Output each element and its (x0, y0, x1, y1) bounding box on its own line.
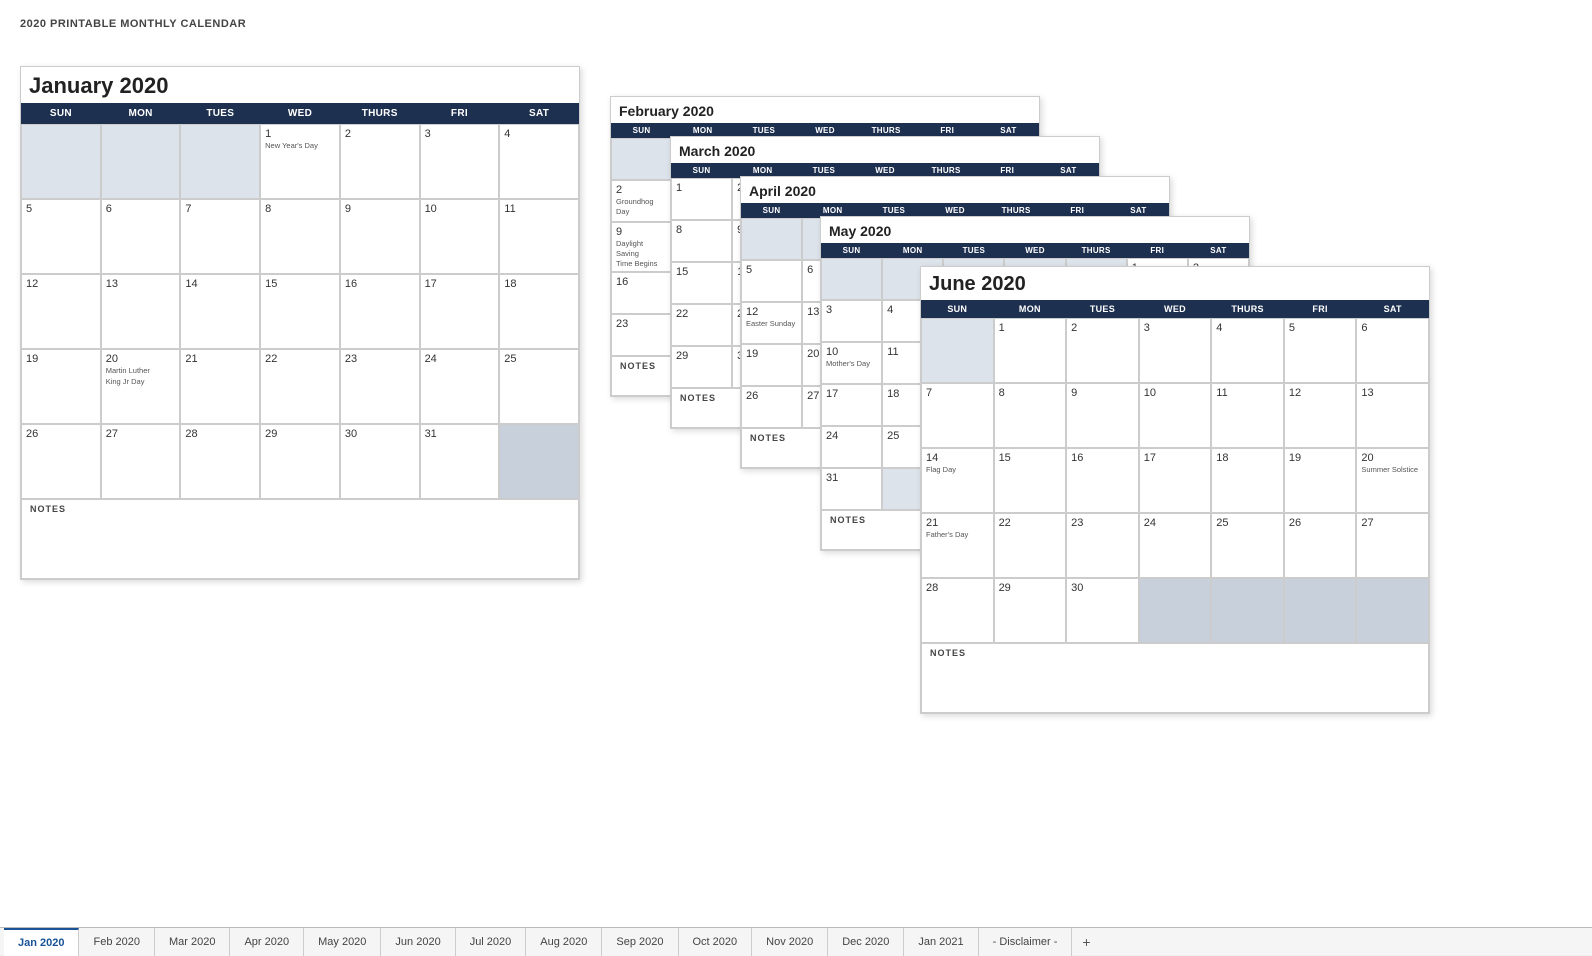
tab-may-2020[interactable]: May 2020 (304, 928, 381, 956)
table-row: 19 (21, 349, 101, 424)
tab-dec-2020[interactable]: Dec 2020 (828, 928, 904, 956)
calendars-container: January 2020 SUN MON TUES WED THURS FRI … (20, 36, 1572, 876)
tab-jul-2020[interactable]: Jul 2020 (456, 928, 527, 956)
table-row: 15 (260, 274, 340, 349)
table-row: 25 (499, 349, 579, 424)
may-title: May 2020 (821, 217, 1249, 243)
jan-grid: 1New Year's Day 2 3 4 5 6 7 8 9 10 11 12… (21, 124, 579, 499)
jan-sat: SAT (499, 103, 579, 124)
jun-header: SUN MON TUES WED THURS FRI SAT (921, 300, 1429, 318)
table-row: 24 (420, 349, 500, 424)
jan-mon: MON (101, 103, 181, 124)
table-row: 6 (101, 199, 181, 274)
calendar-june: June 2020 SUN MON TUES WED THURS FRI SAT… (920, 266, 1430, 714)
tab-bar: Jan 2020 Feb 2020 Mar 2020 Apr 2020 May … (0, 927, 1592, 955)
table-row (180, 124, 260, 199)
table-row: 30 (340, 424, 420, 499)
tab-aug-2020[interactable]: Aug 2020 (526, 928, 602, 956)
tab-nov-2020[interactable]: Nov 2020 (752, 928, 828, 956)
jun-grid: 1 2 3 4 5 6 7 8 9 10 11 12 13 14Flag Day… (921, 318, 1429, 643)
table-row: 16 (340, 274, 420, 349)
table-row: 23 (340, 349, 420, 424)
table-row: 9 (340, 199, 420, 274)
apr-title: April 2020 (741, 177, 1169, 203)
table-row: 8 (260, 199, 340, 274)
main-content: 2020 PRINTABLE MONTHLY CALENDAR January … (0, 0, 1592, 927)
table-row: 20Martin LutherKing Jr Day (101, 349, 181, 424)
table-row: 22 (260, 349, 340, 424)
table-row: 1New Year's Day (260, 124, 340, 199)
table-row: 10 (420, 199, 500, 274)
may-header: SUN MON TUES WED THURS FRI SAT (821, 243, 1249, 258)
tab-jan-2021[interactable]: Jan 2021 (904, 928, 978, 956)
jan-sun: SUN (21, 103, 101, 124)
page-title: 2020 PRINTABLE MONTHLY CALENDAR (20, 18, 1572, 30)
jan-title: January 2020 (21, 67, 579, 103)
table-row: 18 (499, 274, 579, 349)
jun-title: June 2020 (921, 267, 1429, 300)
tab-feb-2020[interactable]: Feb 2020 (79, 928, 154, 956)
jan-wed: WED (260, 103, 340, 124)
table-row (499, 424, 579, 499)
feb-title: February 2020 (611, 97, 1039, 123)
table-row: 14 (180, 274, 260, 349)
tab-jan-2020[interactable]: Jan 2020 (4, 928, 79, 956)
table-row (101, 124, 181, 199)
table-row: 13 (101, 274, 181, 349)
table-row: 7 (180, 199, 260, 274)
table-row: 12 (21, 274, 101, 349)
table-row (21, 124, 101, 199)
mar-title: March 2020 (671, 137, 1099, 163)
table-row: 17 (420, 274, 500, 349)
table-row: 3 (420, 124, 500, 199)
table-row: 26 (21, 424, 101, 499)
tab-jun-2020[interactable]: Jun 2020 (381, 928, 455, 956)
tab-add-button[interactable]: + (1072, 934, 1100, 950)
jan-fri: FRI (420, 103, 500, 124)
table-row: 29 (260, 424, 340, 499)
table-row: 2 (340, 124, 420, 199)
table-row: 28 (180, 424, 260, 499)
jan-tue: TUES (180, 103, 260, 124)
jan-notes: NOTES (21, 499, 579, 579)
table-row: 5 (21, 199, 101, 274)
table-row: 21 (180, 349, 260, 424)
table-row: 31 (420, 424, 500, 499)
table-row: 27 (101, 424, 181, 499)
tab-apr-2020[interactable]: Apr 2020 (230, 928, 304, 956)
tab-disclaimer[interactable]: - Disclaimer - (979, 928, 1073, 956)
table-row: 4 (499, 124, 579, 199)
calendar-january: January 2020 SUN MON TUES WED THURS FRI … (20, 66, 580, 580)
jun-notes: NOTES (921, 643, 1429, 713)
tab-sep-2020[interactable]: Sep 2020 (602, 928, 678, 956)
tab-mar-2020[interactable]: Mar 2020 (155, 928, 230, 956)
jan-header: SUN MON TUES WED THURS FRI SAT (21, 103, 579, 124)
jan-thu: THURS (340, 103, 420, 124)
tab-oct-2020[interactable]: Oct 2020 (679, 928, 753, 956)
table-row: 11 (499, 199, 579, 274)
